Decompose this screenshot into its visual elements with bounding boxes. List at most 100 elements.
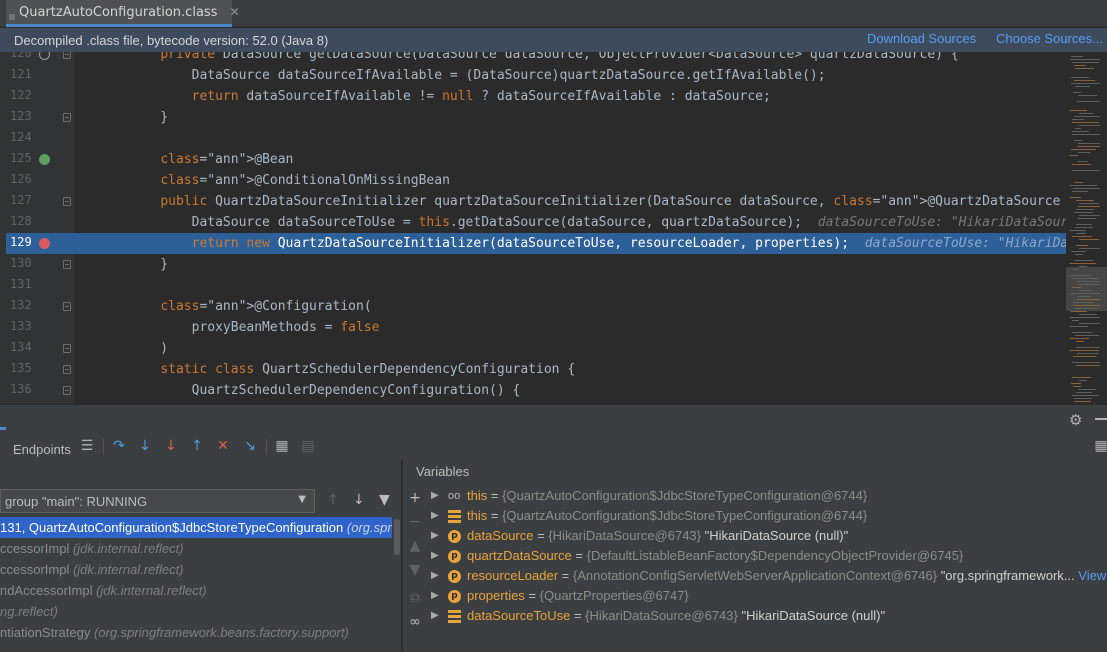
variable-row[interactable]: ▶ p properties = {QuartzProperties@6747} [431,586,1107,606]
move-down-icon[interactable]: ▼ [407,562,423,578]
gutter-line[interactable]: 121 [6,65,74,86]
stack-frame[interactable]: ntiationStrategy (org.springframework.be… [0,622,392,643]
fold-icon[interactable] [63,113,71,122]
variable-row[interactable]: ▶ this = {QuartzAutoConfiguration$JdbcSto… [431,506,1107,526]
move-up-icon[interactable]: ▲ [407,538,423,554]
trace-icon[interactable]: ▤ [299,437,317,455]
variable-row[interactable]: ▶ p resourceLoader = {AnnotationConfigServ… [431,566,1107,586]
step-over-icon[interactable]: ↷ [110,437,128,455]
code-line[interactable]: private DataSource getDataSource(DataSou… [74,52,1066,65]
frames-scrollbar[interactable] [393,517,401,652]
fold-icon[interactable] [63,197,71,206]
stack-frame[interactable]: ndAccessorImpl (jdk.internal.reflect) [0,580,392,601]
breakpoint-icon[interactable] [39,238,50,249]
gear-icon[interactable]: ⚙ [1069,411,1082,429]
endpoints-tab[interactable]: Endpoints [0,439,71,459]
minimize-icon[interactable] [1095,418,1107,420]
code-line[interactable]: DataSource dataSourceToUse = this.getDat… [74,212,1066,233]
gutter-line[interactable]: 136 [6,380,74,401]
arrow-down-icon[interactable]: ↓ [353,492,365,508]
variable-row[interactable]: ▶ p dataSource = {HikariDataSource@6743} "… [431,526,1107,546]
close-icon[interactable]: ✕ [229,5,239,19]
fold-icon[interactable] [63,52,71,59]
download-sources-link[interactable]: Download Sources [867,31,976,46]
override-icon[interactable] [39,52,50,60]
drop-frame-icon[interactable]: ✕ [214,437,232,455]
gutter-line[interactable]: 120 [6,52,74,65]
expand-icon[interactable]: ▶ [431,586,441,606]
fold-icon[interactable] [63,344,71,353]
expand-icon[interactable]: ▶ [431,546,441,566]
fold-icon[interactable] [63,260,71,269]
code-line[interactable]: DataSource dataSourceIfAvailable = (Data… [74,65,1066,86]
code-line[interactable]: } [74,254,1066,275]
stack-frame[interactable]: ccessorImpl (jdk.internal.reflect) [0,538,392,559]
variable-row[interactable]: ▶ dataSourceToUse = {HikariDataSource@674… [431,606,1107,626]
tab-quartz-auto-configuration[interactable]: QuartzAutoConfiguration.class ✕ [6,0,240,27]
expand-icon[interactable]: ▶ [431,526,441,546]
code-line[interactable]: public QuartzDataSourceInitializer quart… [74,191,1066,212]
code-line[interactable]: return new QuartzDataSourceInitializer(d… [74,233,1066,254]
variable-row[interactable]: ▶ p quartzDataSource = {DefaultListableBea… [431,546,1107,566]
watches-glasses-icon[interactable]: ∞ [407,614,423,630]
thread-selector[interactable]: group "main": RUNNING ▼ [0,489,315,513]
filter-icon[interactable]: ▼ [379,492,390,508]
gutter-line[interactable]: 124 [6,128,74,149]
remove-watch-icon[interactable]: − [407,514,423,530]
menu-lines-icon[interactable]: ☰ [78,437,96,455]
copy-icon[interactable]: ⧉ [407,590,423,606]
step-out-icon[interactable]: ↑ [188,437,206,455]
frames-scroll-thumb[interactable] [394,519,400,555]
expand-icon[interactable]: ▶ [431,566,441,586]
code-minimap[interactable] [1066,52,1107,404]
gutter-line[interactable]: 133 [6,317,74,338]
code-line[interactable]: QuartzSchedulerDependencyConfiguration()… [74,380,1066,401]
gutter-line[interactable]: 127 [6,191,74,212]
code-line[interactable]: } [74,107,1066,128]
code-line[interactable] [74,275,1066,296]
code-line[interactable] [74,128,1066,149]
fold-icon[interactable] [63,365,71,374]
gutter-line[interactable]: 131 [6,275,74,296]
gutter-line[interactable]: 126 [6,170,74,191]
gutter-line[interactable]: 129 [6,233,74,254]
gutter-line[interactable]: 122 [6,86,74,107]
gutter-line[interactable]: 128 [6,212,74,233]
code-editor[interactable]: 120 121 122 123 124 125 126 127 128 129 130 131 132 1… [0,52,1107,404]
gutter-line[interactable]: 123 [6,107,74,128]
fold-icon[interactable] [63,302,71,311]
choose-sources-link[interactable]: Choose Sources... [996,31,1103,46]
gutter-line[interactable]: 132 [6,296,74,317]
step-into-icon[interactable]: ↓ [136,437,154,455]
code-line[interactable]: proxyBeanMethods = false [74,317,1066,338]
stack-frame[interactable]: ccessorImpl (jdk.internal.reflect) [0,559,392,580]
stack-frame[interactable]: ng.reflect) [0,601,392,622]
stack-frame[interactable]: 131, QuartzAutoConfiguration$JdbcStoreTy… [0,517,392,538]
bean-icon[interactable] [39,154,50,165]
code-line[interactable]: static class QuartzSchedulerDependencyCo… [74,359,1066,380]
gutter-line[interactable]: 134 [6,338,74,359]
line-gutter[interactable]: 120 121 122 123 124 125 126 127 128 129 130 131 132 1… [6,52,74,404]
force-step-into-icon[interactable]: ↓ [162,437,180,455]
run-to-cursor-icon[interactable]: ↘ [241,437,259,455]
code-area[interactable]: private DataSource getDataSource(DataSou… [74,52,1066,404]
code-line[interactable]: ) [74,338,1066,359]
fold-icon[interactable] [63,386,71,395]
gutter-line[interactable]: 130 [6,254,74,275]
expand-icon[interactable]: ▶ [431,606,441,626]
layout-icon[interactable]: ▦ [1092,437,1107,455]
code-line[interactable]: class="ann">@Bean [74,149,1066,170]
code-line[interactable]: return dataSourceIfAvailable != null ? d… [74,86,1066,107]
gutter-line[interactable]: 135 [6,359,74,380]
arrow-up-icon[interactable]: ↑ [327,492,339,508]
code-line[interactable]: class="ann">@Configuration( [74,296,1066,317]
gutter-line[interactable]: 125 [6,149,74,170]
code-line[interactable]: class="ann">@ConditionalOnMissingBean [74,170,1066,191]
expand-icon[interactable]: ▶ [431,506,441,526]
frame-list[interactable]: 131, QuartzAutoConfiguration$JdbcStoreTy… [0,517,401,652]
variable-row[interactable]: ▶ oo this = {QuartzAutoConfiguration$JdbcS… [431,486,1107,506]
evaluate-expression-icon[interactable]: ▦ [273,437,291,455]
view-link[interactable]: View [1075,568,1106,583]
add-watch-icon[interactable]: + [407,490,423,506]
expand-icon[interactable]: ▶ [431,486,441,506]
